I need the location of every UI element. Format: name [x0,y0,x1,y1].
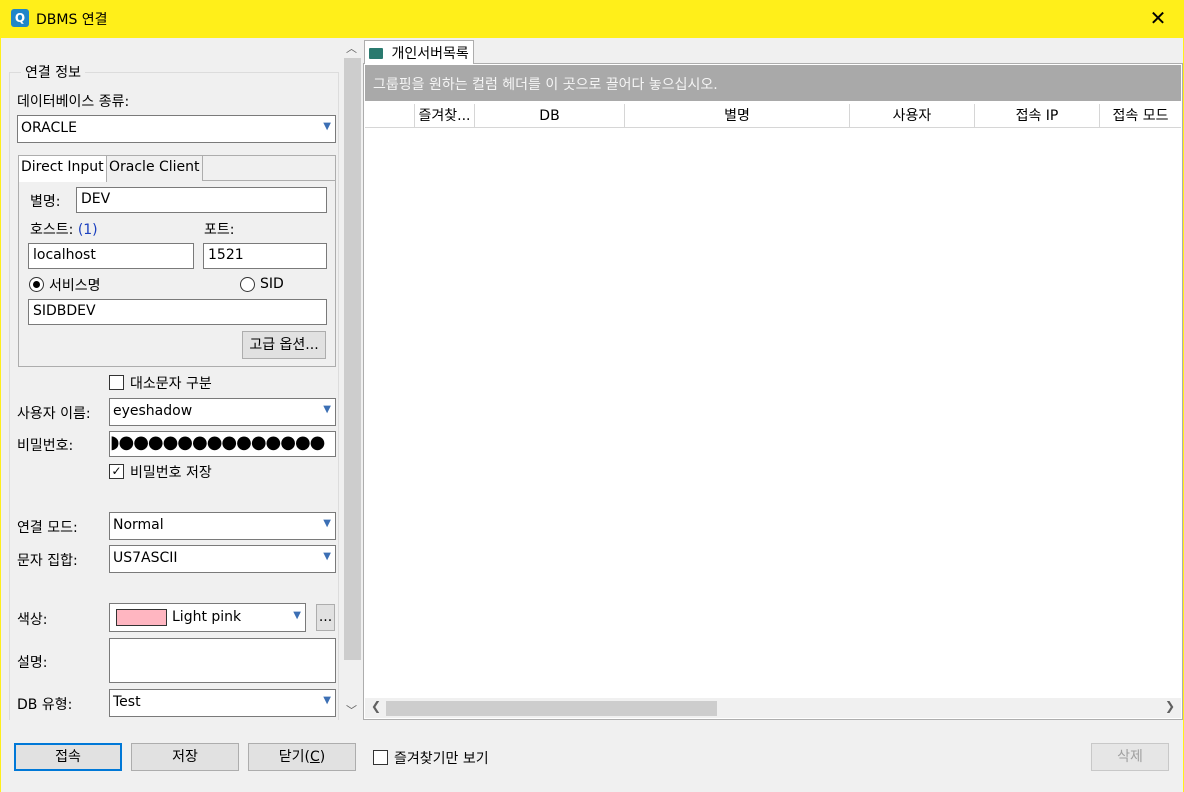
save-password-checkbox[interactable]: ✓ [109,464,124,479]
column-header-mode[interactable]: 접속 모드 [1100,104,1181,128]
host-hint: (1) [77,222,98,238]
service-input[interactable]: SIDBDEV [28,299,327,325]
username-select[interactable]: eyeshadow ▼ [109,398,336,426]
tab-personal-server-list[interactable]: 개인서버목록 [364,40,474,64]
close-button[interactable]: 닫기(C) [248,743,356,771]
save-button[interactable]: 저장 [131,743,239,771]
service-name-label: 서비스명 [49,278,101,294]
db-type-select[interactable]: ORACLE ▼ [17,115,336,143]
chevron-down-icon: ▼ [323,551,331,562]
advanced-options-button[interactable]: 고급 옵션... [242,331,326,359]
connect-button[interactable]: 접속 [14,743,122,771]
db-kind-value: Test [113,694,141,710]
close-icon[interactable]: ✕ [1146,6,1170,30]
charset-label: 문자 집합: [17,553,78,569]
title-bar: Q DBMS 연결 ✕ [0,0,1184,38]
favorites-only-label: 즐겨찾기만 보기 [394,751,489,767]
charset-value: US7ASCII [113,550,178,566]
scroll-down-icon[interactable]: ﹀ [342,702,361,718]
mode-select[interactable]: Normal ▼ [109,512,336,540]
mode-value: Normal [113,517,164,533]
footer-bar: 접속 저장 닫기(C) 즐겨찾기만 보기 삭제 [1,720,1183,792]
db-kind-select[interactable]: Test ▼ [109,689,336,717]
column-header-favorites[interactable]: 즐겨찾... [415,104,475,128]
favorites-only-checkbox[interactable] [373,750,388,765]
column-header-user[interactable]: 사용자 [850,104,975,128]
server-list-panel: 그룹핑을 원하는 컬럼 헤더를 이 곳으로 끌어다 놓으십시오. 즐겨찾... … [363,38,1183,720]
tab-strip: Direct Input Oracle Client [19,156,335,182]
chevron-down-icon: ▼ [323,695,331,706]
chevron-down-icon: ▼ [293,610,301,621]
color-label: 색상: [17,612,48,628]
sid-label: SID [260,276,284,292]
tab-label: 개인서버목록 [391,46,469,62]
server-list-icon [369,48,383,59]
color-select[interactable]: Light pink ▼ [109,603,306,632]
host-label: 호스트: (1) [30,219,98,239]
close-mnemonic: C [309,749,320,765]
close-button-label: 닫기( [278,749,310,765]
description-label: 설명: [17,655,48,671]
scroll-left-icon[interactable]: ❮ [371,699,381,713]
username-value: eyeshadow [113,403,193,419]
case-sensitive-label: 대소문자 구분 [130,376,212,392]
tab-direct-input[interactable]: Direct Input [19,156,107,182]
scrollbar-thumb[interactable] [344,58,361,660]
password-input[interactable]: ◗●●●●●●●●●●●●●● [109,431,336,457]
mode-label: 연결 모드: [17,520,78,536]
dialog-body: 연결 정보 데이터베이스 종류: ORACLE ▼ Direct Input O… [0,38,1184,792]
save-password-label: 비밀번호 저장 [130,465,212,481]
column-header-indicator[interactable] [365,104,415,128]
charset-select[interactable]: US7ASCII ▼ [109,545,336,573]
color-more-button[interactable]: ... [316,604,335,631]
sid-radio[interactable] [240,277,255,292]
window-title: DBMS 연결 [36,12,108,28]
db-kind-label: DB 유형: [17,697,73,713]
alias-input[interactable]: DEV [76,187,327,213]
close-button-suffix: ) [319,749,326,765]
scroll-up-icon[interactable]: ︿ [342,40,361,56]
port-label: 포트: [204,222,235,238]
group-title: 연결 정보 [21,62,85,82]
chevron-down-icon: ▼ [323,518,331,529]
db-type-label: 데이터베이스 종류: [17,94,130,110]
grid-column-headers: 즐겨찾... DB 별명 사용자 접속 IP 접속 모드 [365,104,1181,128]
service-name-radio[interactable] [29,277,44,292]
port-input[interactable]: 1521 [203,243,327,269]
group-by-area[interactable]: 그룹핑을 원하는 컬럼 헤더를 이 곳으로 끌어다 놓으십시오. [365,65,1181,101]
host-input[interactable]: localhost [28,243,194,269]
host-label-text: 호스트: [30,222,74,238]
column-header-ip[interactable]: 접속 IP [975,104,1100,128]
delete-button[interactable]: 삭제 [1091,743,1169,771]
scrollbar-thumb[interactable] [386,701,717,716]
db-type-value: ORACLE [21,120,77,136]
username-label: 사용자 이름: [17,406,91,422]
chevron-down-icon: ▼ [323,121,331,132]
column-header-alias[interactable]: 별명 [625,104,850,128]
tab-oracle-client[interactable]: Oracle Client [107,156,203,181]
server-grid: 그룹핑을 원하는 컬럼 헤더를 이 곳으로 끌어다 놓으십시오. 즐겨찾... … [363,63,1183,720]
app-logo-icon: Q [11,9,29,27]
connection-tabs: Direct Input Oracle Client 별명: DEV 호스트: … [18,155,336,367]
color-value: Light pink [172,609,242,625]
alias-label: 별명: [30,194,61,210]
left-panel-scrollbar[interactable]: ︿ ﹀ [342,38,361,720]
password-label: 비밀번호: [17,438,74,454]
column-header-db[interactable]: DB [475,104,625,128]
color-swatch [116,609,167,626]
chevron-down-icon: ▼ [323,404,331,415]
grid-horizontal-scrollbar[interactable]: ❮ ❯ [365,698,1181,718]
scroll-right-icon[interactable]: ❯ [1165,699,1175,713]
case-sensitive-checkbox[interactable] [109,375,124,390]
description-input[interactable] [109,638,336,683]
connection-panel: 연결 정보 데이터베이스 종류: ORACLE ▼ Direct Input O… [2,38,342,720]
